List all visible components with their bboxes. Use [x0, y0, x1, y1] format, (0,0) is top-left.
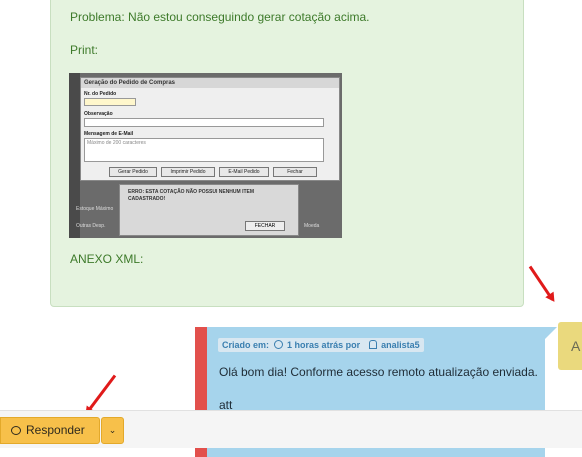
- reply-time: 1 horas atrás: [287, 340, 344, 350]
- reply-button[interactable]: Responder: [0, 417, 100, 444]
- reply-dropdown-button[interactable]: ⌄: [101, 417, 124, 444]
- screenshot-field-order-number: Nr. do Pedido: [84, 91, 117, 97]
- screenshot-order-input: [84, 98, 136, 106]
- screenshot-dialog-title: Geração do Pedido de Compras: [81, 78, 339, 88]
- side-card-letter: A: [571, 338, 581, 354]
- screenshot-email-placeholder: Máximo de 200 caracteres: [87, 140, 146, 146]
- reply-bubble-tail: [545, 327, 557, 339]
- reply-author: analista5: [381, 340, 420, 350]
- screenshot-side-label-moeda: Moeda: [304, 223, 320, 229]
- screenshot-side-label-estoque: Estoque Máximo: [76, 206, 114, 212]
- attached-screenshot[interactable]: Geração do Pedido de Compras Nr. do Pedi…: [69, 73, 342, 238]
- reply-by-label: por: [345, 340, 361, 350]
- screenshot-error-text: ERRO: ESTA COTAÇÃO NÃO POSSUI NENHUM ITE…: [128, 189, 255, 202]
- annotation-arrow-left: [85, 374, 117, 414]
- screenshot-btn-gerar: Gerar Pedido: [109, 167, 157, 177]
- problem-text: Problema: Não estou conseguindo gerar co…: [70, 10, 370, 24]
- annotation-arrow-right: [528, 265, 554, 301]
- screenshot-dialog: Geração do Pedido de Compras Nr. do Pedi…: [80, 77, 340, 181]
- chevron-down-icon: ⌄: [108, 425, 117, 435]
- screenshot-error-button: FECHAR: [245, 221, 285, 231]
- clock-icon: [273, 340, 283, 349]
- comment-icon: [11, 426, 21, 435]
- user-icon: [368, 340, 377, 349]
- screenshot-field-email-message: Mensagem de E-Mail: [84, 131, 134, 137]
- screenshot-left-strip: [69, 73, 80, 238]
- annex-label: ANEXO XML:: [70, 252, 144, 266]
- screenshot-btn-fechar: Fechar: [273, 167, 317, 177]
- screenshot-btn-email: E-Mail Pedido: [219, 167, 269, 177]
- screenshot-field-observation: Observação: [84, 111, 113, 117]
- reply-created-label: Criado em:: [222, 340, 270, 350]
- screenshot-btn-imprimir: Imprimir Pedido: [161, 167, 215, 177]
- screenshot-error-dialog: ERRO: ESTA COTAÇÃO NÃO POSSUI NENHUM ITE…: [119, 184, 299, 236]
- print-label: Print:: [70, 43, 99, 57]
- reply-button-label: Responder: [26, 423, 85, 437]
- screenshot-side-label-outras: Outras Desp.: [76, 223, 106, 229]
- screenshot-observation-input: [84, 118, 324, 127]
- reply-meta: Criado em: 1 horas atrás por analista5: [218, 338, 424, 352]
- reply-line-1: Olá bom dia! Conforme acesso remoto atua…: [219, 365, 538, 379]
